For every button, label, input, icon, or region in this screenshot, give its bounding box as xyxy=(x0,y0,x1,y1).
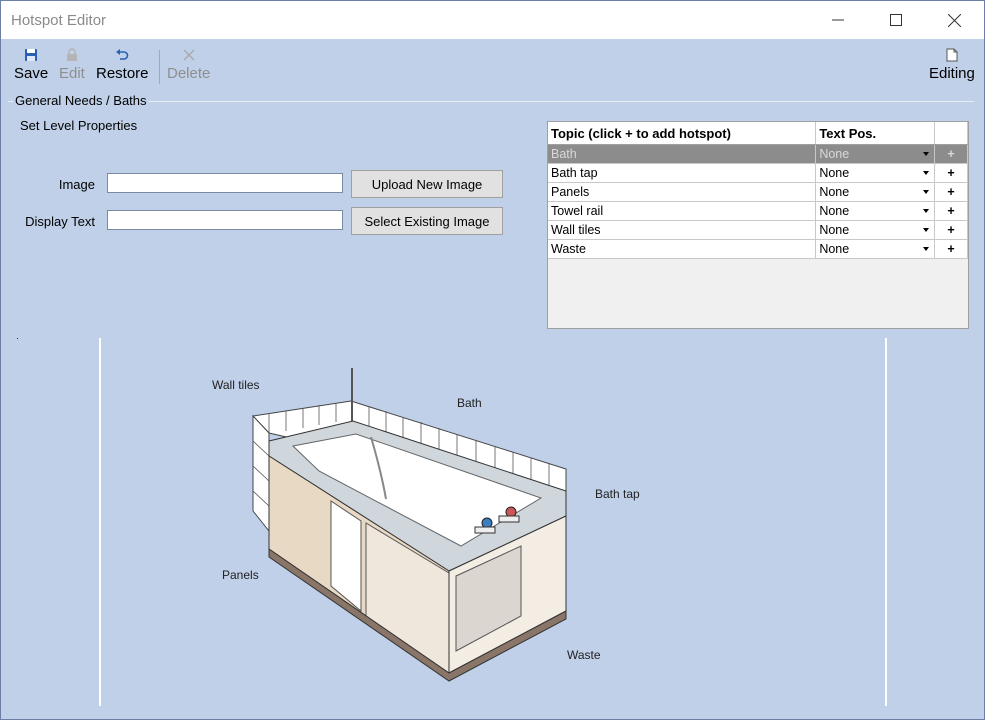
upload-new-image-button[interactable]: Upload New Image xyxy=(351,170,503,198)
editing-button[interactable]: Editing xyxy=(929,46,975,82)
close-icon xyxy=(947,13,961,27)
topic-cell[interactable]: Waste xyxy=(548,239,817,259)
toolbar: Save Edit Restore Delete Editing xyxy=(1,40,984,88)
add-hotspot-button[interactable]: + xyxy=(934,239,968,259)
add-hotspot-button[interactable]: + xyxy=(934,163,968,183)
chevron-down-icon xyxy=(923,171,930,175)
text-pos-dropdown[interactable]: None xyxy=(815,144,936,164)
chevron-down-icon xyxy=(923,228,930,232)
add-column-header xyxy=(934,122,968,145)
chevron-down-icon xyxy=(923,247,930,251)
text-pos-value: None xyxy=(819,147,850,161)
save-icon xyxy=(25,49,38,61)
bath-tap-label: Bath tap xyxy=(595,487,640,501)
wall-tiles-label: Wall tiles xyxy=(212,378,260,392)
restore-button[interactable]: Restore xyxy=(96,46,149,82)
delete-button[interactable]: Delete xyxy=(167,46,210,82)
close-button[interactable] xyxy=(925,1,983,39)
table-row[interactable]: Panels None + xyxy=(548,182,968,202)
image-label: Image xyxy=(58,177,95,192)
chevron-down-icon xyxy=(923,209,930,213)
topic-cell[interactable]: Panels xyxy=(548,182,817,202)
minimize-button[interactable] xyxy=(809,1,867,39)
topic-cell[interactable]: Bath tap xyxy=(548,163,817,183)
table-row[interactable]: Bath None + xyxy=(548,144,968,164)
hotspot-editor-window: Hotspot Editor Save Edit Restore Delete xyxy=(0,0,985,720)
topic-column-header: Topic (click + to add hotspot) xyxy=(548,122,817,145)
text-pos-dropdown[interactable]: None xyxy=(815,182,936,202)
hotspot-grid: Topic (click + to add hotspot) Text Pos.… xyxy=(547,121,969,329)
bath-label: Bath xyxy=(457,396,482,410)
set-level-properties-label: Set Level Properties xyxy=(20,118,138,133)
grid-header-row: Topic (click + to add hotspot) Text Pos. xyxy=(548,122,968,145)
toolbar-separator xyxy=(159,50,160,84)
text-pos-value: None xyxy=(819,166,850,180)
group-title: General Needs / Baths xyxy=(13,93,149,108)
panels-label: Panels xyxy=(222,568,259,582)
window-title: Hotspot Editor xyxy=(11,12,107,29)
text-pos-value: None xyxy=(819,223,850,237)
display-text-input[interactable] xyxy=(107,210,343,230)
table-row[interactable]: Waste None + xyxy=(548,239,968,259)
save-button[interactable]: Save xyxy=(14,46,48,82)
table-row[interactable]: Towel rail None + xyxy=(548,201,968,221)
waste-label: Waste xyxy=(567,648,601,662)
table-row[interactable]: Wall tiles None + xyxy=(548,220,968,240)
chevron-down-icon xyxy=(923,152,930,156)
edit-button[interactable]: Edit xyxy=(59,46,85,82)
bath-illustration[interactable]: Wall tiles Bath Bath tap Panels Waste xyxy=(99,338,887,706)
add-hotspot-button[interactable]: + xyxy=(934,201,968,221)
select-existing-image-button[interactable]: Select Existing Image xyxy=(351,207,503,235)
text-pos-dropdown[interactable]: None xyxy=(815,220,936,240)
document-icon xyxy=(946,48,958,62)
text-pos-dropdown[interactable]: None xyxy=(815,201,936,221)
minimize-icon xyxy=(832,19,844,21)
topic-cell[interactable]: Towel rail xyxy=(548,201,817,221)
text-pos-dropdown[interactable]: None xyxy=(815,239,936,259)
delete-icon xyxy=(183,49,195,61)
topic-cell[interactable]: Wall tiles xyxy=(548,220,817,240)
add-hotspot-button[interactable]: + xyxy=(934,220,968,240)
chevron-down-icon xyxy=(923,190,930,194)
text-pos-value: None xyxy=(819,204,850,218)
image-input[interactable] xyxy=(107,173,343,193)
table-row[interactable]: Bath tap None + xyxy=(548,163,968,183)
add-hotspot-button[interactable]: + xyxy=(934,182,968,202)
text-pos-value: None xyxy=(819,242,850,256)
text-pos-dropdown[interactable]: None xyxy=(815,163,936,183)
title-bar: Hotspot Editor xyxy=(1,1,984,39)
marker-dot xyxy=(17,338,18,339)
text-pos-column-header: Text Pos. xyxy=(815,122,936,145)
text-pos-value: None xyxy=(819,185,850,199)
add-hotspot-button[interactable]: + xyxy=(934,144,968,164)
display-text-label: Display Text xyxy=(25,214,95,229)
topic-cell[interactable]: Bath xyxy=(548,144,817,164)
lock-icon xyxy=(66,48,77,61)
undo-icon xyxy=(116,49,129,60)
maximize-button[interactable] xyxy=(867,1,925,39)
maximize-icon xyxy=(890,14,902,26)
